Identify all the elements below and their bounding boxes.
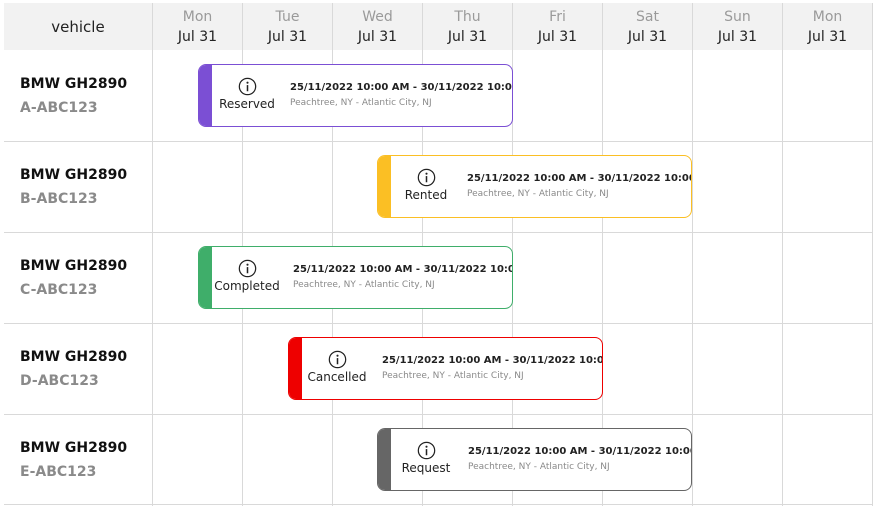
booking-route: Peachtree, NY - Atlantic City, NJ	[468, 462, 610, 472]
day-header: Wed Jul 31	[333, 3, 422, 50]
grid-line	[4, 504, 873, 505]
day-date: Jul 31	[537, 29, 578, 45]
status-color-bar	[199, 65, 212, 126]
day-header: Tue Jul 31	[243, 3, 332, 50]
booking-card-rented[interactable]: Rented 25/11/2022 10:00 AM - 30/11/2022 …	[377, 155, 692, 218]
booking-status-label: Request	[401, 461, 451, 475]
vehicle-plate: D-ABC123	[20, 373, 99, 389]
booking-dates: 25/11/2022 10:00 AM - 30/11/2022 10:00 A…	[382, 355, 602, 366]
day-date: Jul 31	[627, 29, 668, 45]
booking-dates: 25/11/2022 10:00 AM - 30/11/2022 10:00 A…	[468, 446, 691, 457]
booking-card-cancelled[interactable]: Cancelled 25/11/2022 10:00 AM - 30/11/20…	[288, 337, 603, 400]
day-name: Sun	[724, 9, 751, 25]
vehicle-name: BMW GH2890	[20, 258, 128, 274]
booking-card-request[interactable]: Request 25/11/2022 10:00 AM - 30/11/2022…	[377, 428, 692, 491]
vehicle-cell: BMW GH2890 C-ABC123	[20, 257, 150, 299]
grid-line	[782, 3, 783, 506]
day-name: Thu	[454, 9, 481, 25]
day-date: Jul 31	[267, 29, 308, 45]
vehicle-cell: BMW GH2890 D-ABC123	[20, 348, 150, 390]
booking-status: Reserved	[212, 65, 282, 126]
vehicle-name: BMW GH2890	[20, 440, 128, 456]
grid-line	[4, 141, 873, 142]
day-name: Mon	[182, 9, 213, 25]
vehicle-cell: BMW GH2890 E-ABC123	[20, 439, 150, 481]
booking-status: Request	[391, 429, 461, 490]
booking-route: Peachtree, NY - Atlantic City, NJ	[382, 371, 524, 381]
day-date: Jul 31	[807, 29, 848, 45]
day-name: Fri	[549, 9, 566, 25]
booking-route: Peachtree, NY - Atlantic City, NJ	[293, 280, 435, 290]
day-header: Mon Jul 31	[153, 3, 242, 50]
booking-status: Cancelled	[302, 338, 372, 399]
day-header: Mon Jul 31	[783, 3, 872, 50]
status-color-bar	[378, 156, 391, 217]
vehicle-name: BMW GH2890	[20, 167, 128, 183]
info-circle-icon[interactable]	[417, 441, 436, 460]
grid-line	[4, 414, 873, 415]
vehicle-cell: BMW GH2890 A-ABC123	[20, 75, 150, 117]
booking-card-completed[interactable]: Completed 25/11/2022 10:00 AM - 30/11/20…	[198, 246, 513, 309]
day-name: Wed	[362, 9, 393, 25]
vehicle-plate: A-ABC123	[20, 100, 98, 116]
info-circle-icon[interactable]	[238, 259, 257, 278]
day-date: Jul 31	[357, 29, 398, 45]
status-color-bar	[378, 429, 391, 490]
grid-line	[4, 232, 873, 233]
vehicle-name: BMW GH2890	[20, 349, 128, 365]
day-header: Thu Jul 31	[423, 3, 512, 50]
grid-line	[692, 3, 693, 506]
booking-dates: 25/11/2022 10:00 AM - 30/11/2022 10:00 A…	[290, 82, 512, 93]
vehicle-name: BMW GH2890	[20, 76, 128, 92]
booking-status-label: Cancelled	[307, 370, 367, 384]
booking-status: Completed	[212, 247, 282, 308]
day-header: Sun Jul 31	[693, 3, 782, 50]
booking-dates: 25/11/2022 10:00 AM - 30/11/2022 10:00 A…	[467, 173, 691, 184]
booking-status: Rented	[391, 156, 461, 217]
grid-line	[4, 323, 873, 324]
day-date: Jul 31	[447, 29, 488, 45]
vehicle-plate: C-ABC123	[20, 282, 98, 298]
day-header: Sat Jul 31	[603, 3, 692, 50]
booking-route: Peachtree, NY - Atlantic City, NJ	[290, 98, 432, 108]
day-header: Fri Jul 31	[513, 3, 602, 50]
booking-status-label: Reserved	[219, 97, 275, 111]
vehicle-column-header: vehicle	[4, 3, 152, 50]
status-color-bar	[289, 338, 302, 399]
booking-scheduler: vehicle Mon Jul 31 Tue Jul 31 Wed Jul 31…	[0, 0, 873, 506]
day-date: Jul 31	[177, 29, 218, 45]
booking-status-label: Completed	[214, 279, 280, 293]
booking-dates: 25/11/2022 10:00 AM - 30/11/2022 10:00 A…	[293, 264, 512, 275]
vehicle-plate: B-ABC123	[20, 191, 98, 207]
day-name: Sat	[636, 9, 659, 25]
status-color-bar	[199, 247, 212, 308]
info-circle-icon[interactable]	[238, 77, 257, 96]
info-circle-icon[interactable]	[417, 168, 436, 187]
day-name: Tue	[275, 9, 300, 25]
booking-status-label: Rented	[404, 188, 448, 202]
day-date: Jul 31	[717, 29, 758, 45]
info-circle-icon[interactable]	[328, 350, 347, 369]
booking-route: Peachtree, NY - Atlantic City, NJ	[467, 189, 609, 199]
booking-card-reserved[interactable]: Reserved 25/11/2022 10:00 AM - 30/11/202…	[198, 64, 513, 127]
day-name: Mon	[812, 9, 843, 25]
vehicle-cell: BMW GH2890 B-ABC123	[20, 166, 150, 208]
vehicle-plate: E-ABC123	[20, 464, 97, 480]
grid-line	[152, 3, 153, 506]
